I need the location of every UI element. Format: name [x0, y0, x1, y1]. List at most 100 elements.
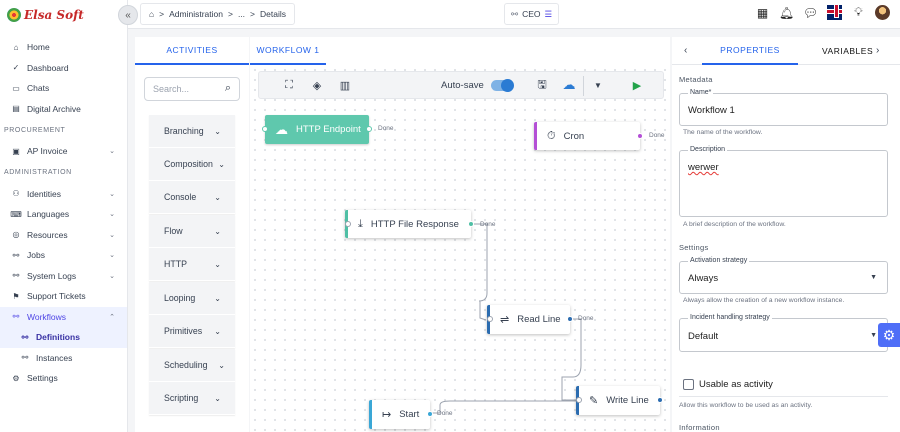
sidebar-item-label: Workflows: [27, 311, 67, 322]
cloud-upload-icon[interactable]: ☁: [561, 77, 577, 93]
sidebar-item-jobs[interactable]: ⚯ Jobs ⌄: [0, 245, 127, 266]
sidebar-item-system-logs[interactable]: ⚯ System Logs ⌄: [0, 266, 127, 287]
home-icon[interactable]: ⌂: [149, 9, 154, 19]
chevron-down-icon: ⌄: [218, 360, 225, 370]
incident-strategy-select[interactable]: Incident handling strategy Default ▼: [679, 314, 888, 352]
fit-screen-icon[interactable]: ⛶: [281, 77, 297, 93]
tab-workflow-1[interactable]: WORKFLOW 1: [250, 37, 326, 65]
chevron-left-icon[interactable]: ‹: [684, 45, 687, 56]
autosave-label: Auto-save: [441, 80, 484, 91]
sidebar-item-ap-invoice[interactable]: ▣ AP Invoice ⌄: [0, 141, 127, 162]
category-primitives[interactable]: Primitives ⌄: [149, 315, 235, 348]
lightbulb-icon[interactable]: 💡︎: [851, 5, 866, 20]
input-port[interactable]: [576, 397, 582, 403]
activation-helper: Always allow the creation of a new workf…: [683, 297, 845, 304]
avatar[interactable]: [875, 5, 890, 20]
layout-icon[interactable]: ▥: [337, 77, 353, 93]
node-write-line[interactable]: ✎ Write Line: [576, 386, 663, 415]
settings-title: Settings: [679, 243, 709, 252]
brand-logo[interactable]: Elsa Soft: [7, 5, 84, 25]
dashboard-icon: ✓: [12, 63, 20, 73]
tab-activities[interactable]: ACTIVITIES: [135, 37, 249, 65]
chat-icon: ▭: [12, 83, 20, 93]
top-bar: ⌂ > Administration > ... > Details ⚯ CEO…: [128, 0, 900, 29]
node-cron[interactable]: ⏱︎ Cron: [534, 122, 643, 150]
chevron-down-icon: ⌄: [214, 326, 221, 336]
properties-tabs: ‹ PROPERTIES VARIABLES ›: [672, 37, 900, 65]
chevron-down-icon: ⌄: [109, 231, 115, 239]
category-scripting[interactable]: Scripting ⌄: [149, 382, 235, 415]
breadcrumb-ellipsis[interactable]: ...: [238, 9, 245, 19]
category-branching[interactable]: Branching ⌄: [149, 115, 235, 148]
sidebar-item-identities[interactable]: ⚇ Identities ⌄: [0, 184, 127, 205]
save-icon[interactable]: 🖫︎: [534, 77, 550, 93]
name-field[interactable]: Name* Workflow 1: [679, 89, 888, 126]
category-scheduling[interactable]: Scheduling ⌄: [149, 349, 235, 382]
activities-panel: ACTIVITIES Search... ⌕ Branching ⌄ Compos…: [135, 37, 249, 432]
output-port[interactable]: [468, 221, 474, 227]
chevron-down-icon: ⌄: [214, 192, 221, 202]
category-http[interactable]: HTTP ⌄: [149, 248, 235, 281]
sidebar-item-support-tickets[interactable]: ⚑ Support Tickets: [0, 286, 127, 307]
sidebar-item-label: AP Invoice: [27, 146, 68, 157]
dropdown-arrow-icon: ▼: [870, 274, 877, 281]
sidebar-item-label: Instances: [36, 352, 73, 363]
output-port[interactable]: [366, 126, 372, 132]
node-http-file-response[interactable]: ⤓ HTTP File Response: [345, 210, 474, 238]
output-port[interactable]: [657, 397, 663, 403]
category-console[interactable]: Console ⌄: [149, 181, 235, 214]
play-icon[interactable]: ▶: [629, 77, 645, 93]
sidebar-item-label: Jobs: [27, 250, 45, 261]
brand-name: Elsa Soft: [24, 8, 84, 22]
input-port[interactable]: [487, 316, 493, 322]
output-port[interactable]: [427, 411, 433, 417]
language-flag-icon[interactable]: [827, 5, 842, 20]
sidebar-item-settings[interactable]: ⚙ Settings: [0, 368, 127, 389]
sidebar-item-label: Home: [27, 42, 50, 53]
sidebar-item-label: Resources: [27, 229, 68, 240]
done-label: Done: [649, 132, 665, 139]
activation-strategy-select[interactable]: Activation strategy Always ▼: [679, 257, 888, 294]
center-focus-icon[interactable]: ◈: [309, 77, 325, 93]
sidebar-nav: ⌂ Home ✓ Dashboard ▭ Chats ▤ Digital Archive…: [0, 37, 127, 389]
sidebar-item-dashboard[interactable]: ✓ Dashboard: [0, 58, 127, 79]
output-port[interactable]: [637, 133, 643, 139]
sidebar-item-languages[interactable]: ⌨ Languages ⌄: [0, 204, 127, 225]
input-port[interactable]: [262, 126, 268, 132]
sidebar-item-instances[interactable]: ⚯ Instances: [0, 347, 127, 368]
description-field[interactable]: Description werwer: [679, 146, 888, 217]
tab-properties[interactable]: PROPERTIES: [702, 37, 798, 65]
sidebar-item-resources[interactable]: ◎ Resources ⌄: [0, 225, 127, 246]
chat-bubble-icon[interactable]: 💬︎: [803, 5, 818, 20]
sidebar-item-home[interactable]: ⌂ Home: [0, 37, 127, 58]
autosave-toggle[interactable]: [491, 79, 514, 92]
workflow-canvas[interactable]: ⛶ ◈ ▥ Auto-save 🖫︎ ☁ ▼ ▶ ☁ HTTP Endpoint…: [250, 65, 670, 432]
chevron-down-icon: ⌄: [214, 259, 221, 269]
node-http-endpoint[interactable]: ☁ HTTP Endpoint: [262, 115, 372, 144]
category-composition[interactable]: Composition ⌄: [149, 148, 235, 181]
node-start[interactable]: ↦ Start: [369, 400, 433, 429]
usable-as-activity-checkbox[interactable]: [683, 379, 694, 390]
category-looping[interactable]: Looping ⌄: [149, 282, 235, 315]
gear-icon: ⚙: [882, 326, 896, 343]
calendar-icon[interactable]: ▦: [755, 5, 770, 20]
chevron-right-icon[interactable]: ›: [876, 45, 879, 56]
category-flow[interactable]: Flow ⌄: [149, 215, 235, 248]
bell-icon[interactable]: 🔔︎: [779, 5, 794, 20]
chevron-down-icon[interactable]: ▼: [590, 77, 606, 93]
sidebar-item-workflows[interactable]: ⚯ Workflows ⌃: [0, 306, 127, 327]
node-read-line[interactable]: ⇌ Read Line: [487, 305, 573, 334]
search-input[interactable]: Search... ⌕: [144, 77, 240, 101]
breadcrumb-administration[interactable]: Administration: [169, 9, 223, 19]
sidebar-item-chats[interactable]: ▭ Chats: [0, 78, 127, 99]
sidebar-item-definitions[interactable]: ⚯ Definitions: [0, 327, 127, 348]
input-port[interactable]: [345, 221, 351, 227]
tab-variables[interactable]: VARIABLES: [822, 37, 873, 65]
sidebar-item-digital-archive[interactable]: ▤ Digital Archive: [0, 99, 127, 120]
output-port[interactable]: [567, 316, 573, 322]
settings-float-button[interactable]: ⚙: [878, 323, 900, 347]
collapse-sidebar-button[interactable]: «: [118, 5, 138, 25]
role-badge[interactable]: ⚯ CEO ☰: [504, 3, 560, 25]
sidebar-item-label: Settings: [27, 373, 58, 384]
workflow-icon: ⚯: [21, 353, 29, 363]
